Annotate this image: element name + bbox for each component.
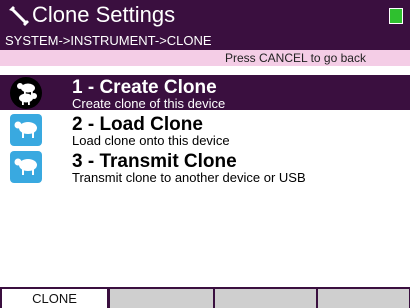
menu-item-transmit-clone[interactable]: 3 - Transmit Clone Transmit clone to ano… bbox=[0, 149, 410, 185]
menu-item-description: Load clone onto this device bbox=[72, 133, 230, 148]
menu-item-description: Create clone of this device bbox=[72, 96, 226, 111]
hint-bar: Press CANCEL to go back bbox=[0, 50, 410, 66]
breadcrumb: SYSTEM->INSTRUMENT->CLONE bbox=[5, 33, 212, 48]
sheep-icon bbox=[10, 77, 42, 109]
clone-menu: 1 - Create Clone Create clone of this de… bbox=[0, 75, 410, 186]
menu-item-create-clone[interactable]: 1 - Create Clone Create clone of this de… bbox=[0, 75, 410, 111]
softkey-empty[interactable] bbox=[215, 289, 317, 308]
menu-item-title: 3 - Transmit Clone bbox=[72, 151, 237, 172]
menu-item-description: Transmit clone to another device or USB bbox=[72, 170, 306, 185]
sheep-icon bbox=[10, 114, 42, 146]
softkey-bar: CLONE bbox=[0, 287, 410, 308]
menu-item-title: 2 - Load Clone bbox=[72, 114, 203, 135]
header-bar: Clone Settings SYSTEM->INSTRUMENT->CLONE bbox=[0, 0, 410, 50]
wrench-icon bbox=[9, 6, 29, 26]
softkey-empty[interactable] bbox=[318, 289, 410, 308]
menu-item-load-clone[interactable]: 2 - Load Clone Load clone onto this devi… bbox=[0, 112, 410, 148]
hint-text: Press CANCEL to go back bbox=[225, 51, 366, 65]
tab-clone[interactable]: CLONE bbox=[2, 289, 108, 308]
menu-item-title: 1 - Create Clone bbox=[72, 77, 217, 98]
softkey-empty[interactable] bbox=[110, 289, 214, 308]
sheep-icon bbox=[10, 151, 42, 183]
status-indicator bbox=[389, 8, 403, 24]
page-title: Clone Settings bbox=[32, 2, 176, 27]
